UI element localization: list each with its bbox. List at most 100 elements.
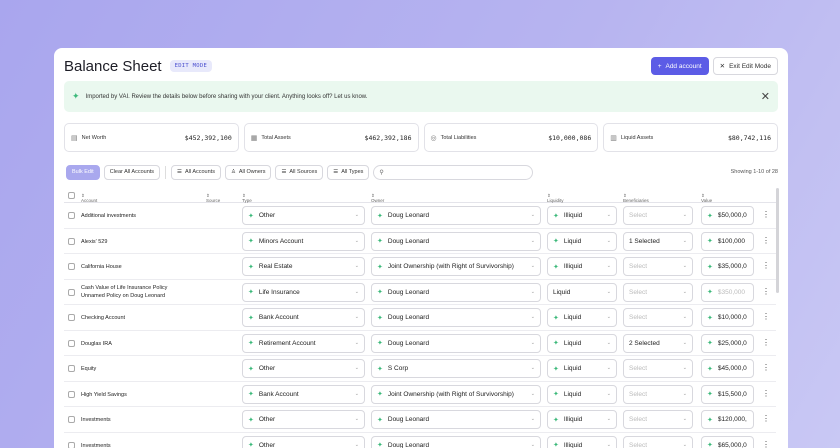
- type-select[interactable]: ✦ Other ⌄: [242, 410, 365, 429]
- col-type[interactable]: Type ⇕: [242, 193, 252, 203]
- liquidity-select[interactable]: ✦ Liquid ⌄: [547, 308, 617, 327]
- liquidity-select[interactable]: ✦ Illiquid ⌄: [547, 410, 617, 429]
- value-input[interactable]: ✦ $350,000: [701, 282, 754, 302]
- value-input[interactable]: ✦ $50,000,0: [701, 206, 754, 225]
- row-checkbox[interactable]: [68, 416, 75, 423]
- row-checkbox[interactable]: [68, 314, 75, 321]
- kebab-menu-icon[interactable]: ⋮: [762, 338, 770, 347]
- table-header: Account ⇕ Source ⇕ Type ⇕ Owner ⇕ Liquid…: [64, 188, 776, 203]
- kebab-menu-icon[interactable]: ⋮: [762, 287, 770, 296]
- owner-select[interactable]: ✦ Doug Leonard ⌄: [371, 231, 541, 251]
- col-beneficiaries[interactable]: Beneficiaries ⇕: [623, 193, 649, 203]
- type-select[interactable]: ✦ Bank Account ⌄: [242, 384, 365, 404]
- row-checkbox[interactable]: [68, 237, 75, 245]
- beneficiaries-select[interactable]: Select ⌄: [623, 257, 693, 276]
- owner-select[interactable]: ✦ Joint Ownership (with Right of Survivo…: [371, 257, 541, 276]
- beneficiaries-select[interactable]: Select ⌄: [623, 308, 693, 327]
- sparkle-icon: ✦: [553, 340, 559, 347]
- balance-sheet-card: Balance Sheet EDIT MODE + Add account ✕ Ex…: [54, 48, 788, 448]
- all-sources-filter[interactable]: ☰ All Sources: [275, 164, 324, 180]
- beneficiaries-select[interactable]: Select ⌄: [623, 410, 693, 429]
- value-input[interactable]: ✦ $100,000: [701, 231, 754, 251]
- beneficiaries-select[interactable]: Select ⌄: [623, 435, 693, 448]
- owner-select[interactable]: ✦ S Corp ⌄: [371, 359, 541, 378]
- value-input[interactable]: ✦ $15,500,0: [701, 384, 754, 404]
- type-select[interactable]: ✦ Life Insurance ⌄: [242, 282, 365, 302]
- sparkle-icon: ✦: [248, 365, 254, 373]
- type-select[interactable]: ✦ Other ⌄: [242, 206, 365, 225]
- liquidity-select[interactable]: ✦ Liquid ⌄: [547, 333, 617, 353]
- liquidity-select[interactable]: ✦ Liquid ⌄: [547, 359, 617, 378]
- beneficiaries-select[interactable]: Select ⌄: [623, 359, 693, 378]
- kebab-menu-icon[interactable]: ⋮: [762, 414, 770, 423]
- owner-select[interactable]: ✦ Doug Leonard ⌄: [371, 333, 541, 353]
- value-input[interactable]: ✦ $120,000,: [701, 410, 754, 429]
- liquidity-select[interactable]: ✦ Liquid ⌄: [547, 384, 617, 404]
- beneficiaries-select[interactable]: 2 Selected ⌄: [623, 333, 693, 353]
- row-checkbox[interactable]: [68, 390, 75, 398]
- chevron-down-icon: ⌄: [606, 365, 611, 371]
- col-account[interactable]: Account ⇕: [81, 193, 97, 203]
- col-value[interactable]: Value ⇕: [701, 193, 712, 203]
- liquidity-select[interactable]: ✦ Illiquid ⌄: [547, 257, 617, 276]
- kebab-menu-icon[interactable]: ⋮: [762, 210, 770, 219]
- scrollbar[interactable]: [776, 188, 779, 293]
- type-select[interactable]: ✦ Other ⌄: [242, 435, 365, 448]
- kebab-menu-icon[interactable]: ⋮: [762, 363, 770, 372]
- close-icon[interactable]: ✕: [761, 90, 770, 103]
- kebab-menu-icon[interactable]: ⋮: [762, 389, 770, 398]
- table-row: California House ✦ Real Estate ⌄ ✦ Joint…: [64, 254, 776, 280]
- row-checkbox[interactable]: [68, 339, 75, 347]
- row-checkbox[interactable]: [68, 212, 75, 219]
- add-account-button[interactable]: + Add account: [650, 57, 709, 75]
- col-liquidity[interactable]: Liquidity ⇕: [547, 193, 564, 203]
- liquidity-select[interactable]: Liquid ⌄: [547, 282, 617, 302]
- row-checkbox[interactable]: [68, 263, 75, 270]
- type-select[interactable]: ✦ Retirement Account ⌄: [242, 333, 365, 353]
- owner-select[interactable]: ✦ Doug Leonard ⌄: [371, 308, 541, 327]
- account-name: Cash Value of Life Insurance Policy Unna…: [81, 284, 168, 300]
- type-select[interactable]: ✦ Minors Account ⌄: [242, 231, 365, 251]
- bulk-edit-button[interactable]: Bulk Edit: [66, 164, 100, 180]
- type-select[interactable]: ✦ Real Estate ⌄: [242, 257, 365, 276]
- clear-all-accounts-button[interactable]: Clear All Accounts: [103, 164, 161, 180]
- row-checkbox[interactable]: [68, 288, 75, 296]
- beneficiaries-select[interactable]: Select ⌄: [623, 384, 693, 404]
- liquidity-select[interactable]: ✦ Illiquid ⌄: [547, 206, 617, 225]
- liquidity-select[interactable]: ✦ Illiquid ⌄: [547, 435, 617, 448]
- exit-edit-mode-button[interactable]: ✕ Exit Edit Mode: [712, 57, 778, 75]
- kebab-menu-icon[interactable]: ⋮: [762, 236, 770, 245]
- type-select[interactable]: ✦ Other ⌄: [242, 359, 365, 378]
- row-checkbox[interactable]: [68, 365, 75, 372]
- col-source[interactable]: Source ⇕: [206, 193, 220, 203]
- sparkle-icon: ✦: [248, 263, 254, 271]
- plus-icon: +: [657, 62, 662, 70]
- value-input[interactable]: ✦ $65,000,0: [701, 435, 754, 448]
- owner-select[interactable]: ✦ Doug Leonard ⌄: [371, 206, 541, 225]
- all-owners-filter[interactable]: ♙ All Owners: [224, 164, 272, 180]
- row-checkbox[interactable]: [68, 441, 75, 448]
- owner-select[interactable]: ✦ Doug Leonard ⌄: [371, 282, 541, 302]
- beneficiaries-select[interactable]: Select ⌄: [623, 282, 693, 302]
- all-types-filter[interactable]: ☰ All Types: [327, 164, 370, 180]
- filter-icon: ☰: [333, 169, 339, 175]
- beneficiaries-select[interactable]: 1 Selected ⌄: [623, 231, 693, 251]
- owner-select[interactable]: ✦ Doug Leonard ⌄: [371, 410, 541, 429]
- owner-select[interactable]: ✦ Joint Ownership (with Right of Survivo…: [371, 384, 541, 404]
- kebab-menu-icon[interactable]: ⋮: [762, 312, 770, 321]
- owner-select[interactable]: ✦ Doug Leonard ⌄: [371, 435, 541, 448]
- value-input[interactable]: ✦ $45,000,0: [701, 359, 754, 378]
- liquidity-select[interactable]: ✦ Liquid ⌄: [547, 231, 617, 251]
- value-input[interactable]: ✦ $35,000,0: [701, 257, 754, 276]
- col-owner[interactable]: Owner ⇕: [371, 193, 384, 203]
- value-input[interactable]: ✦ $25,000,0: [701, 333, 754, 353]
- value-input[interactable]: ✦ $10,000,0: [701, 308, 754, 327]
- beneficiaries-select[interactable]: Select ⌄: [623, 206, 693, 225]
- search-input[interactable]: ⚲: [373, 164, 534, 180]
- all-accounts-filter[interactable]: ☰ All Accounts: [171, 164, 221, 180]
- type-select[interactable]: ✦ Bank Account ⌄: [242, 308, 365, 327]
- chevron-down-icon: ⌄: [606, 339, 611, 346]
- select-all-checkbox[interactable]: [68, 192, 75, 199]
- kebab-menu-icon[interactable]: ⋮: [762, 440, 770, 448]
- kebab-menu-icon[interactable]: ⋮: [762, 261, 770, 270]
